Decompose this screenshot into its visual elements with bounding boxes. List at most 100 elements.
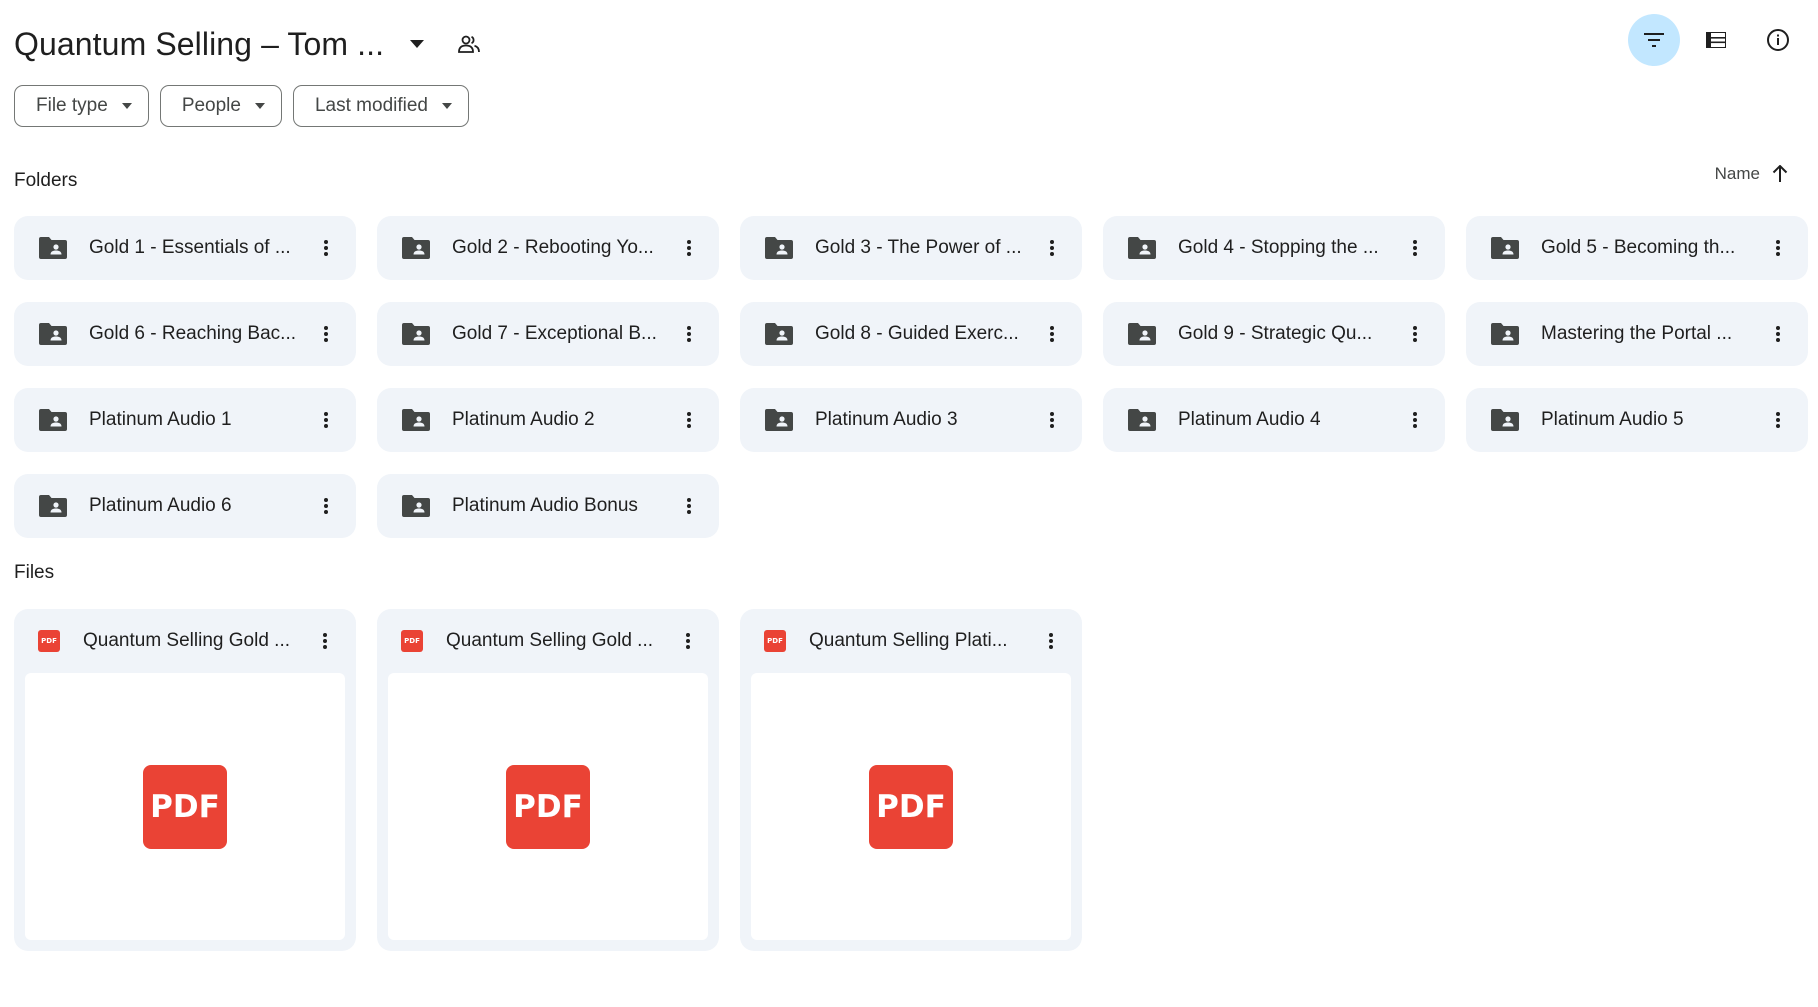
file-card-header: PDF Quantum Selling Gold ... [25,609,345,673]
arrow-upward-icon [1772,165,1788,182]
folder-name: Gold 4 - Stopping the ... [1178,237,1379,258]
more-options-icon[interactable] [1758,400,1798,440]
list-view-icon [1706,32,1726,48]
more-options-icon[interactable] [669,228,709,268]
people-filter[interactable]: People [159,85,282,127]
file-card[interactable]: PDF Quantum Selling Gold ... PDF [377,609,719,951]
file-thumbnail: PDF [388,673,708,940]
filter-button[interactable] [1628,14,1680,66]
drive-folder-view: Quantum Selling – Tom ... File type Peop… [0,0,1818,1007]
folder-item[interactable]: Mastering the Portal ... [1466,302,1808,366]
shared-people-icon[interactable] [452,27,486,61]
more-options-icon[interactable] [1032,314,1072,354]
file-thumbnail: PDF [25,673,345,940]
filter-icon [1644,33,1664,47]
folder-name: Platinum Audio Bonus [452,495,638,516]
shared-folder-icon [401,491,431,521]
more-options-icon[interactable] [1031,621,1071,661]
files-heading: Files [14,562,55,583]
folder-item[interactable]: Platinum Audio 2 [377,388,719,452]
pdf-thumbnail-icon: PDF [506,764,590,849]
arrow-drop-down-icon[interactable] [404,31,430,57]
file-name: Quantum Selling Plati... [809,630,1008,651]
file-grid: PDF Quantum Selling Gold ... PDF PDF Qua… [14,609,1082,951]
folder-name: Platinum Audio 6 [89,495,232,516]
folders-heading: Folders [14,170,78,191]
shared-folder-icon [38,491,68,521]
folder-name: Gold 8 - Guided Exerc... [815,323,1019,344]
folder-name: Gold 3 - The Power of ... [815,237,1022,258]
more-options-icon[interactable] [1395,400,1435,440]
more-options-icon[interactable] [305,621,345,661]
last-modified-filter[interactable]: Last modified [292,85,469,127]
list-view-button[interactable] [1690,14,1742,66]
more-options-icon[interactable] [669,400,709,440]
more-options-icon[interactable] [306,486,346,526]
folder-item[interactable]: Platinum Audio 6 [14,474,356,538]
details-button[interactable] [1752,14,1804,66]
shared-folder-icon [38,405,68,435]
shared-folder-icon [38,233,68,263]
pdf-thumbnail-icon: PDF [869,764,953,849]
more-options-icon[interactable] [306,400,346,440]
file-card-header: PDF Quantum Selling Gold ... [388,609,708,673]
folder-name: Platinum Audio 3 [815,409,958,430]
file-card[interactable]: PDF Quantum Selling Plati... PDF [740,609,1082,951]
page-title: Quantum Selling – Tom ... [14,25,385,62]
folder-item[interactable]: Gold 7 - Exceptional B... [377,302,719,366]
shared-folder-icon [764,233,794,263]
folder-item[interactable]: Platinum Audio 3 [740,388,1082,452]
folder-grid: Gold 1 - Essentials of ... Gold 2 - Rebo… [14,216,1808,538]
file-card[interactable]: PDF Quantum Selling Gold ... PDF [14,609,356,951]
folder-name: Platinum Audio 1 [89,409,232,430]
header-actions [1628,14,1804,66]
folder-name: Gold 7 - Exceptional B... [452,323,657,344]
arrow-drop-down-icon [254,103,265,109]
shared-folder-icon [1127,405,1157,435]
filter-label: File type [36,95,108,116]
more-options-icon[interactable] [1032,400,1072,440]
filter-label: People [181,95,241,116]
folder-name: Gold 2 - Rebooting Yo... [452,237,654,258]
folder-item[interactable]: Gold 8 - Guided Exerc... [740,302,1082,366]
folder-item[interactable]: Platinum Audio 1 [14,388,356,452]
pdf-thumbnail-icon: PDF [143,764,227,849]
shared-folder-icon [764,319,794,349]
header: Quantum Selling – Tom ... [14,14,1804,74]
folder-item[interactable]: Gold 1 - Essentials of ... [14,216,356,280]
shared-folder-icon [401,405,431,435]
file-type-filter[interactable]: File type [14,85,149,127]
more-options-icon[interactable] [1032,228,1072,268]
sort-by-name-button[interactable]: Name [1715,164,1788,184]
pdf-icon: PDF [764,630,786,652]
folder-item[interactable]: Gold 6 - Reaching Bac... [14,302,356,366]
folder-name: Mastering the Portal ... [1541,323,1733,344]
more-options-icon[interactable] [1395,228,1435,268]
arrow-drop-down-icon [442,103,452,109]
shared-folder-icon [1490,233,1520,263]
more-options-icon[interactable] [1395,314,1435,354]
folder-name: Gold 9 - Strategic Qu... [1178,323,1373,344]
folder-item[interactable]: Gold 9 - Strategic Qu... [1103,302,1445,366]
filter-label: Last modified [314,95,428,116]
info-icon [1767,29,1789,51]
shared-folder-icon [401,319,431,349]
folder-item[interactable]: Platinum Audio 5 [1466,388,1808,452]
more-options-icon[interactable] [306,314,346,354]
more-options-icon[interactable] [669,486,709,526]
more-options-icon[interactable] [668,621,708,661]
more-options-icon[interactable] [1758,314,1798,354]
folder-item[interactable]: Platinum Audio Bonus [377,474,719,538]
shared-folder-icon [38,319,68,349]
folder-item[interactable]: Gold 5 - Becoming th... [1466,216,1808,280]
folder-item[interactable]: Gold 3 - The Power of ... [740,216,1082,280]
folder-item[interactable]: Platinum Audio 4 [1103,388,1445,452]
file-name: Quantum Selling Gold ... [83,630,290,651]
folder-name: Gold 1 - Essentials of ... [89,237,291,258]
more-options-icon[interactable] [669,314,709,354]
shared-folder-icon [1490,319,1520,349]
more-options-icon[interactable] [306,228,346,268]
more-options-icon[interactable] [1758,228,1798,268]
folder-item[interactable]: Gold 4 - Stopping the ... [1103,216,1445,280]
folder-item[interactable]: Gold 2 - Rebooting Yo... [377,216,719,280]
